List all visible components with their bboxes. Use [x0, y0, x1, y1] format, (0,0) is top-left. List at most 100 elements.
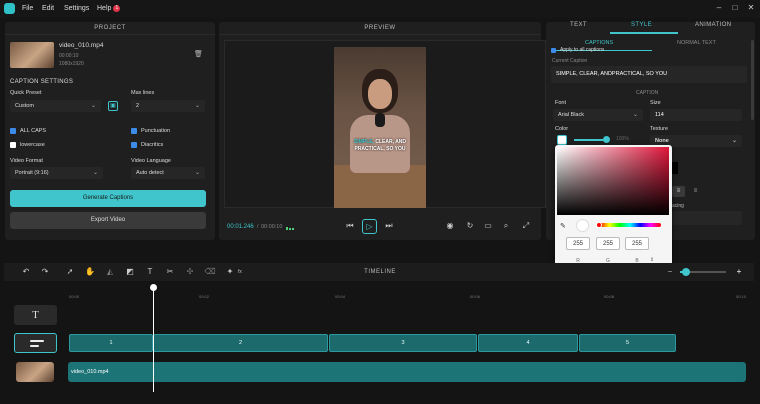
zoom-out-icon[interactable]: −	[664, 266, 676, 278]
apply-all-checkbox[interactable]	[551, 48, 556, 53]
video-track-thumbnail[interactable]	[16, 362, 54, 382]
audio-level-bar	[289, 228, 291, 230]
play-icon[interactable]: ▷	[362, 219, 377, 234]
total-time: 00:00:10	[261, 224, 283, 230]
diacritics-checkbox[interactable]	[131, 142, 137, 148]
red-input[interactable]: 255	[566, 237, 590, 250]
quick-preset-select[interactable]: Custom ⌄	[10, 100, 101, 112]
color-swatch-partial[interactable]	[672, 162, 678, 174]
opacity-slider-handle[interactable]	[603, 136, 610, 143]
chevron-down-icon: ⌄	[632, 112, 638, 118]
menu-settings[interactable]: Settings	[64, 5, 89, 12]
tab-style[interactable]: STYLE	[631, 22, 652, 28]
playhead-handle[interactable]	[150, 284, 157, 291]
file-name: video_010.mp4	[59, 42, 104, 49]
quick-preset-value: Custom	[15, 103, 34, 109]
zoom-in-icon[interactable]: +	[733, 266, 745, 278]
tick-label: 00:08	[604, 294, 615, 299]
color-swatch[interactable]	[557, 135, 567, 145]
subtab-normal-text[interactable]: NORMAL TEXT	[677, 40, 716, 46]
font-select[interactable]: Arial Black ⌄	[553, 109, 643, 121]
file-resolution: 1080x1920	[59, 61, 84, 67]
trash-icon[interactable]: 🗑	[194, 50, 203, 58]
save-preset-icon[interactable]: ▣	[108, 101, 118, 111]
blue-input[interactable]: 255	[625, 237, 649, 250]
video-format-label: Video Format	[10, 158, 43, 164]
style-panel-scrollbar[interactable]	[751, 40, 754, 120]
video-format-value: Portrait (9:16)	[15, 170, 49, 176]
eyedropper-icon[interactable]: ✎	[560, 222, 566, 230]
caption-line1-rest: CLEAR, AND	[373, 139, 407, 145]
punctuation-checkbox[interactable]	[131, 128, 137, 134]
playhead[interactable]	[153, 286, 154, 392]
tab-animation[interactable]: ANIMATION	[695, 22, 732, 28]
align-center-icon[interactable]: ≡	[672, 186, 685, 197]
caption-overlay: SIMPLE, CLEAR, AND PRACTICAL, SO YOU	[334, 139, 426, 153]
subtab-captions[interactable]: CAPTIONS	[585, 40, 613, 46]
green-input[interactable]: 255	[596, 237, 620, 250]
video-language-select[interactable]: Auto detect ⌄	[131, 167, 205, 179]
letter-spacing-label: acing	[672, 203, 684, 209]
audio-level-bar	[286, 227, 288, 230]
loop-icon[interactable]: ↻	[464, 220, 476, 232]
lowercase-checkbox[interactable]	[10, 142, 16, 148]
text-track-head[interactable]: T	[14, 305, 57, 325]
tab-text[interactable]: TEXT	[570, 22, 587, 28]
timeline-title: TIMELINE	[364, 269, 396, 275]
menu-edit[interactable]: Edit	[42, 5, 54, 12]
caption-section-heading: CAPTION	[636, 90, 659, 96]
chevron-down-icon: ⌄	[194, 103, 200, 109]
menu-bar: File Edit Settings Help 1 – □ ✕	[0, 0, 760, 18]
video-frame[interactable]: SIMPLE, CLEAR, AND PRACTICAL, SO YOU	[334, 47, 426, 208]
timeline-ruler[interactable]	[68, 285, 748, 299]
export-video-button[interactable]: Export Video	[10, 212, 206, 229]
caption-segment[interactable]: 2	[153, 334, 328, 352]
opacity-value: 100%	[616, 136, 629, 142]
letter-spacing-field[interactable]	[672, 211, 742, 225]
hue-slider[interactable]	[599, 223, 661, 227]
color-label: Color	[555, 126, 569, 132]
hue-slider-handle[interactable]	[596, 222, 602, 228]
current-caption-label: Current Caption	[552, 58, 588, 64]
audio-level-bar	[292, 228, 294, 230]
tick-label: 00:00	[69, 294, 80, 299]
camera-icon[interactable]: ◉	[444, 220, 456, 232]
close-icon[interactable]: ✕	[746, 3, 756, 13]
punctuation-label: Punctuation	[141, 128, 171, 134]
current-caption-field[interactable]: SIMPLE, CLEAR, ANDPRACTICAL, SO YOU	[551, 66, 747, 83]
menu-help[interactable]: Help 1	[97, 5, 121, 12]
aspect-icon[interactable]: ▭	[482, 220, 494, 232]
project-thumbnail[interactable]	[10, 42, 54, 68]
caption-segment[interactable]: 4	[478, 334, 578, 352]
saturation-value-area[interactable]	[557, 147, 669, 215]
generate-captions-button[interactable]: Generate Captions	[10, 190, 206, 207]
all-caps-checkbox[interactable]	[10, 128, 16, 134]
max-lines-select[interactable]: 2 ⌄	[131, 100, 205, 112]
caption-segment[interactable]: 3	[329, 334, 477, 352]
max-lines-label: Max lines	[131, 90, 155, 96]
lowercase-label: lowercase	[20, 142, 45, 148]
project-title: PROJECT	[5, 22, 215, 35]
fullscreen-icon[interactable]: ⤢	[520, 220, 532, 232]
apply-all-label: Apply to all captions	[560, 47, 605, 52]
video-clip[interactable]: video_010.mp4	[68, 362, 746, 382]
caption-segment[interactable]: 5	[579, 334, 676, 352]
time-separator: /	[257, 224, 259, 230]
maximize-icon[interactable]: □	[730, 3, 740, 13]
caption-track-head[interactable]	[14, 333, 57, 353]
skip-back-icon[interactable]: ⏮	[344, 220, 356, 232]
video-format-select[interactable]: Portrait (9:16) ⌄	[10, 167, 103, 179]
size-field[interactable]: 114	[650, 109, 742, 121]
menu-file[interactable]: File	[22, 5, 33, 12]
skip-forward-icon[interactable]: ⏭	[383, 220, 395, 232]
preview-title: PREVIEW	[219, 22, 541, 35]
texture-label: Texture	[650, 126, 669, 132]
zoom-icon[interactable]: ⌕	[500, 220, 512, 232]
video-language-label: Video Language	[131, 158, 171, 164]
color-preview-circle	[576, 219, 589, 232]
font-value: Arial Black	[558, 112, 584, 118]
caption-segment[interactable]: 1	[69, 334, 153, 352]
zoom-slider-handle[interactable]	[682, 268, 690, 276]
align-right-icon[interactable]: ≡	[689, 186, 702, 197]
minimize-icon[interactable]: –	[714, 3, 724, 13]
